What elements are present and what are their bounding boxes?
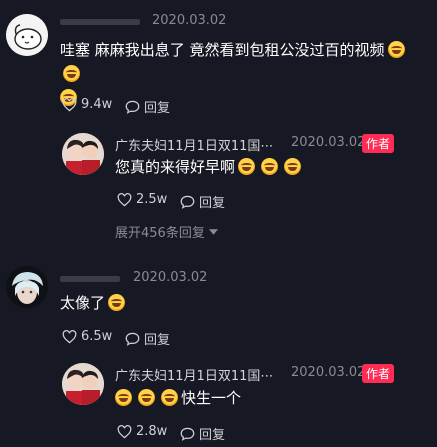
laughing-crying-emoji-icon	[161, 389, 178, 406]
comment-text: 哇塞 麻麻我出息了 竟然看到包租公没过百的视频	[60, 38, 425, 110]
commenter-avatar[interactable]	[6, 14, 48, 56]
laughing-crying-emoji-icon	[261, 158, 279, 175]
reply-button[interactable]: 回复	[125, 329, 170, 348]
heart-outline-icon	[117, 424, 132, 438]
laughing-crying-emoji-icon	[115, 389, 132, 406]
speech-bubble-icon	[125, 100, 140, 114]
reply-date: 2020.03.02	[291, 135, 366, 150]
laughing-crying-emoji-icon	[63, 65, 80, 82]
speech-bubble-icon	[180, 195, 195, 209]
laughing-crying-emoji-icon	[284, 158, 302, 175]
reply-label: 回复	[199, 196, 226, 211]
commenter-name-redacted	[60, 276, 120, 282]
comment-date: 2020.03.02	[133, 270, 208, 285]
reply-button[interactable]: 回复	[180, 192, 225, 211]
author-badge: 作者	[362, 364, 395, 383]
reply-button[interactable]: 回复	[180, 424, 225, 443]
reply-text-body: 您真的来得好早啊	[115, 158, 236, 176]
heart-outline-icon	[117, 192, 132, 206]
like-button[interactable]: 9.4w	[62, 97, 112, 112]
reply-label: 回复	[144, 333, 171, 348]
speech-bubble-icon	[125, 332, 140, 346]
expand-replies-button[interactable]: 展开456条回复	[115, 222, 218, 241]
like-count: 9.4w	[81, 97, 113, 112]
laughing-crying-emoji-icon	[387, 41, 405, 58]
reply-label: 回复	[144, 101, 171, 116]
laughing-crying-emoji-icon	[238, 158, 256, 175]
like-button[interactable]: 2.5w	[117, 192, 167, 207]
like-count: 2.5w	[136, 192, 168, 207]
reply-text: 快生一个	[115, 386, 241, 410]
reply-button[interactable]: 回复	[125, 97, 170, 116]
commenter-avatar[interactable]	[6, 266, 48, 308]
author-name[interactable]: 广东夫妇11月1日双11国⋯	[115, 365, 273, 384]
author-avatar[interactable]	[62, 363, 104, 405]
reply-text-body: 快生一个	[181, 389, 242, 407]
laughing-crying-emoji-icon	[138, 389, 155, 406]
reply-label: 回复	[199, 428, 226, 443]
comment-text-body: 太像了	[60, 294, 106, 312]
commenter-name-redacted	[60, 19, 140, 25]
flushed-face-emoji-icon	[108, 294, 126, 311]
comment-date: 2020.03.02	[152, 13, 227, 28]
author-avatar[interactable]	[62, 133, 104, 175]
speech-bubble-icon	[180, 427, 195, 441]
comment-text: 太像了	[60, 291, 128, 315]
chevron-down-icon	[208, 228, 218, 235]
comment-text-body: 哇塞 麻麻我出息了 竟然看到包租公没过百的视频	[60, 41, 385, 59]
like-count: 6.5w	[81, 329, 113, 344]
expand-replies-label: 展开456条回复	[115, 226, 205, 241]
reply-date: 2020.03.02	[291, 365, 366, 380]
reply-text: 您真的来得好早啊	[115, 155, 304, 179]
like-count: 2.8w	[136, 424, 168, 439]
heart-outline-icon	[62, 329, 77, 343]
author-badge: 作者	[362, 134, 395, 153]
author-name[interactable]: 广东夫妇11月1日双11国⋯	[115, 135, 273, 154]
heart-outline-icon	[62, 97, 77, 111]
like-button[interactable]: 6.5w	[62, 329, 112, 344]
like-button[interactable]: 2.8w	[117, 424, 167, 439]
